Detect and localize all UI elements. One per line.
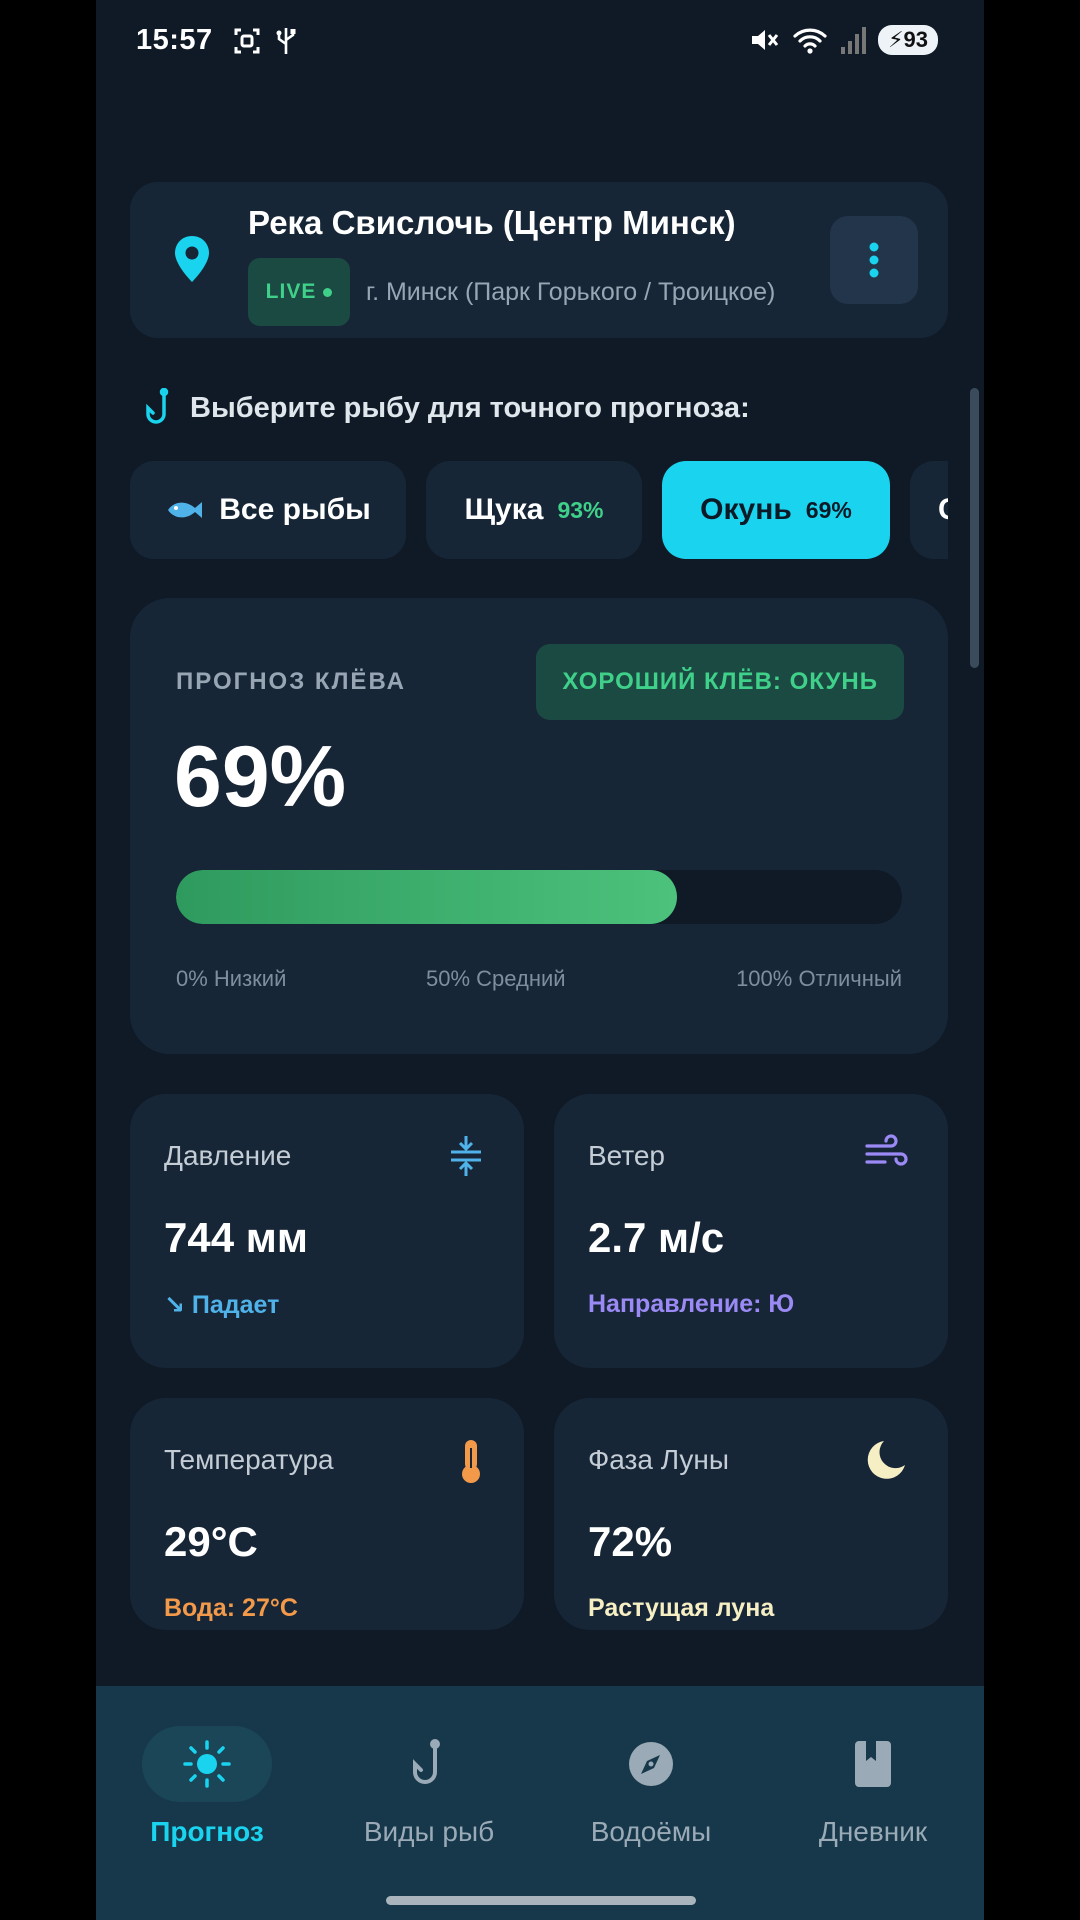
home-indicator[interactable] [386, 1896, 696, 1905]
moon-card[interactable]: Фаза Луны 72% Растущая луна [554, 1398, 948, 1630]
wind-title: Ветер [588, 1140, 665, 1171]
chip-perch[interactable]: Окунь 69% [662, 461, 890, 559]
chip-all-fish[interactable]: Все рыбы [130, 461, 406, 559]
temperature-value: 29°C [164, 1518, 258, 1565]
water-temperature: Вода: 27°C [164, 1594, 298, 1622]
mute-icon [752, 30, 779, 50]
scale-low-label: 0% Низкий [176, 966, 287, 991]
battery-indicator: ⚡93 [878, 25, 938, 55]
fish-chip-row[interactable]: Все рыбы Щука 93% Окунь 69% С [130, 461, 948, 559]
screen-record-icon [234, 28, 260, 54]
forecast-progress-fill [176, 870, 677, 924]
temperature-card[interactable]: Температура 29°C Вода: 27°C [130, 1398, 524, 1630]
location-card[interactable]: Река Свислочь (Центр Минск) LIVE г. Минс… [130, 182, 948, 338]
moon-phase: Растущая луна [588, 1594, 775, 1622]
fish-select-heading: Выберите рыбу для точного прогноза: [146, 388, 750, 428]
pressure-value: 744 мм [164, 1214, 308, 1261]
location-subtitle: г. Минск (Парк Горького / Троицкое) [366, 278, 776, 306]
moon-icon [867, 1441, 905, 1479]
app-screen: 15:57 ⚡93 Река Свислочь (Центр Минск) LI… [96, 0, 984, 1920]
nav-fish-species[interactable]: Виды рыб [318, 1726, 540, 1876]
status-bar: 15:57 ⚡93 [96, 18, 984, 66]
pressure-card[interactable]: Давление 744 мм ↘ Падает [130, 1094, 524, 1368]
scale-mid-label: 50% Средний [426, 966, 566, 991]
chip-pike[interactable]: Щука 93% [426, 461, 642, 559]
location-menu-button[interactable] [830, 216, 918, 304]
scale-high-label: 100% Отличный [736, 966, 902, 991]
wind-card[interactable]: Ветер 2.7 м/с Направление: Ю [554, 1094, 948, 1368]
nav-water-bodies[interactable]: Водоёмы [540, 1726, 762, 1876]
live-badge: LIVE [248, 258, 350, 326]
hook-icon [146, 388, 169, 424]
bite-forecast-card: ПРОГНОЗ КЛЁВА ХОРОШИЙ КЛЁВ: ОКУНЬ 69% 0%… [130, 598, 948, 1054]
nav-forecast[interactable]: Прогноз [96, 1726, 318, 1876]
status-time: 15:57 [136, 24, 213, 56]
fish-icon [168, 502, 203, 518]
bottom-navigation: Прогноз Виды рыб Водоёмы Дневник [96, 1686, 984, 1920]
scroll-indicator[interactable] [970, 388, 979, 668]
compass-icon [629, 1742, 673, 1786]
pressure-trend: ↘ Падает [164, 1291, 280, 1319]
pressure-title: Давление [164, 1140, 292, 1171]
moon-value: 72% [588, 1518, 673, 1565]
temperature-title: Температура [164, 1444, 334, 1475]
wind-direction: Направление: Ю [588, 1290, 795, 1318]
chip-next[interactable]: С [910, 461, 948, 559]
signal-icon [841, 27, 867, 54]
forecast-progress-bar [176, 870, 902, 924]
book-icon [855, 1741, 891, 1787]
sun-icon [183, 1740, 231, 1788]
pressure-icon [451, 1136, 481, 1176]
forecast-value: 69% [174, 729, 347, 825]
usb-icon [276, 28, 296, 54]
moon-title: Фаза Луны [588, 1444, 730, 1475]
hook-icon [413, 1739, 440, 1784]
live-dot [323, 287, 333, 297]
wifi-icon [793, 28, 827, 54]
forecast-label: ПРОГНОЗ КЛЁВА [176, 668, 406, 695]
wind-icon [865, 1134, 908, 1166]
thermometer-icon [462, 1440, 480, 1483]
location-title: Река Свислочь (Центр Минск) [248, 204, 736, 241]
forecast-status-badge: ХОРОШИЙ КЛЁВ: ОКУНЬ [536, 644, 904, 720]
wind-value: 2.7 м/с [588, 1214, 725, 1261]
more-vert-icon [869, 242, 879, 278]
nav-diary[interactable]: Дневник [762, 1726, 984, 1876]
location-pin-icon [175, 236, 209, 282]
